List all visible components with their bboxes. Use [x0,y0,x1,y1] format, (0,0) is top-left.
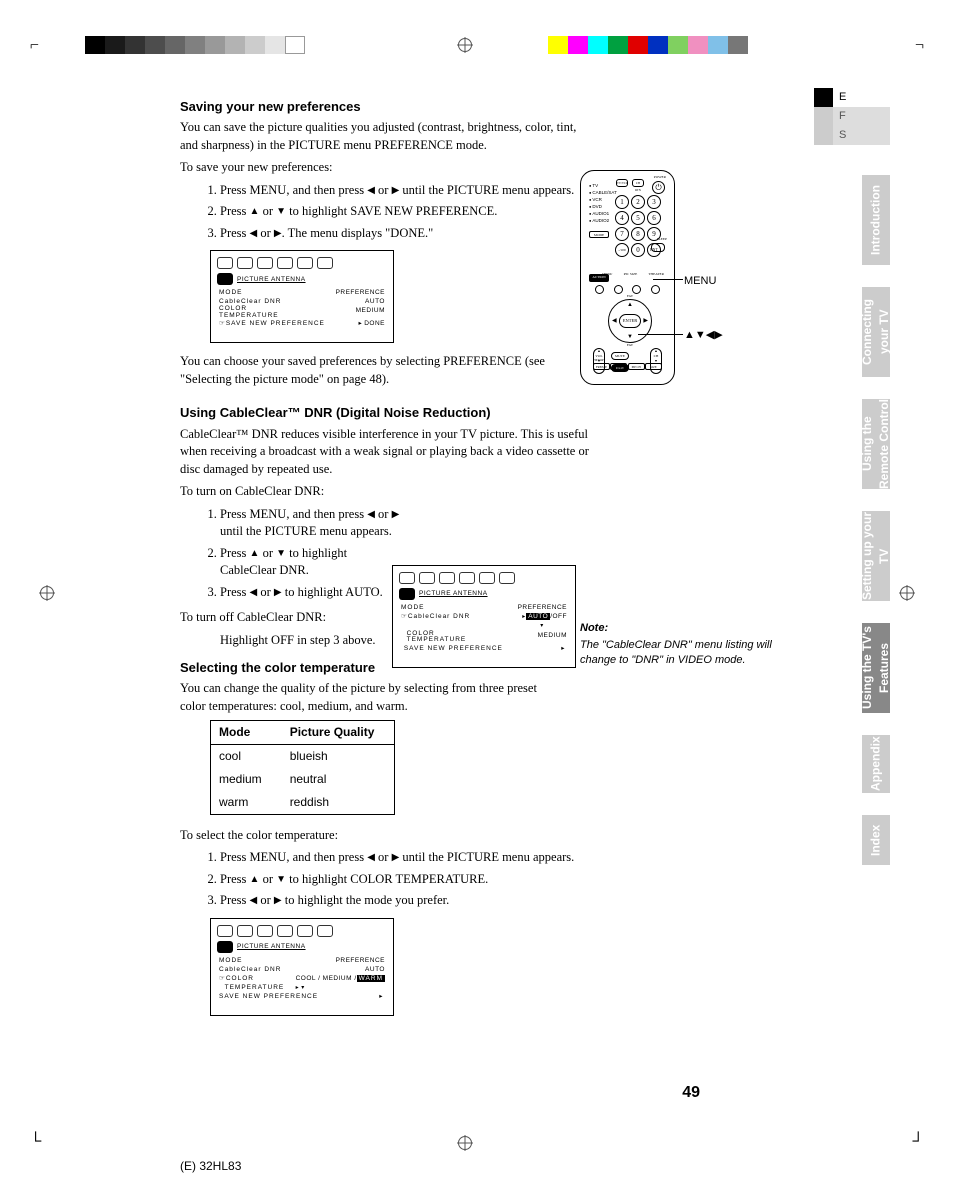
crop-mark-sw: └ [30,1131,41,1153]
sidetab-features: Using the TV's Features [862,623,890,713]
note-block: Note: The "CableClear DNR" menu listing … [580,621,790,668]
up-arrow-icon: ▲ [250,205,260,219]
remote-sleep-button [651,243,665,252]
registration-mark-left [40,586,54,600]
osd-menu-save-pref: PICTURE ANTENNA MODEPREFERENCE CableClea… [210,250,394,343]
para-dnr-intro: CableClear™ DNR reduces visible interfer… [180,426,590,479]
sidetab-appendix: Appendix [862,735,890,793]
steps-ct: Press MENU, and then press ◀ or ▶ until … [220,849,620,910]
remote-menu-button [614,285,623,294]
para-ct-intro: You can change the quality of the pictur… [180,680,550,715]
para-dnr-lead: To turn on CableClear DNR: [180,483,580,501]
callout-arrows: ▲▼◀▶ [684,328,723,343]
sidetab-connecting: Connecting your TV [862,287,890,377]
remote-mode-list: TVCABLE/SATVCR DVDAUDIO1AUDIO2 [589,182,617,224]
left-arrow-icon: ◀ [367,184,375,198]
para-choose-pref: You can choose your saved preferences by… [180,353,580,388]
osd-menu-dnr: PICTURE ANTENNA MODEPREFERENCE ☞CableCle… [392,565,576,668]
color-temp-table: ModePicture Quality coolblueish mediumne… [210,720,395,814]
registration-mark-top [458,38,472,52]
heading-cableclear: Using CableClear™ DNR (Digital Noise Red… [180,404,700,422]
crop-mark-se: ┘ [913,1131,924,1153]
steps-dnr: Press MENU, and then press ◀ or ▶ until … [220,506,400,602]
crop-mark-nw: ⌐ [30,35,39,57]
callout-menu: MENU [684,274,716,289]
lang-tab-e: E [814,88,890,107]
registration-mark-right [900,586,914,600]
side-tab-column: E F S Introduction Connecting your TV Us… [814,88,890,887]
sidetab-remote: Using the Remote Control [862,399,890,489]
callout-line-menu [653,279,683,280]
sidetab-setup: Setting up your TV [862,511,890,601]
para-save-lead: To save your new preferences: [180,159,580,177]
crop-mark-ne: ¬ [915,35,924,57]
power-icon [652,181,665,194]
lang-tab-f: F [814,107,890,126]
remote-control-diagram: TVCABLE/SATVCR DVDAUDIO1AUDIO2 MODE POWE… [580,170,675,385]
sidetab-introduction: Introduction [862,175,890,265]
steps-save: Press MENU, and then press ◀ or ▶ until … [220,182,600,243]
down-arrow-icon: ▼ [276,205,286,219]
page-number: 49 [682,1082,700,1104]
remote-mode-button: MODE [589,231,609,238]
note-heading: Note: [580,621,790,636]
callout-line-arrows [638,334,683,335]
sidetab-index: Index [862,815,890,865]
heading-save-prefs: Saving your new preferences [180,98,700,116]
remote-enter-button: ENTER [619,314,641,328]
footer-model-code: (E) 32HL83 [180,1158,241,1175]
para-save-intro: You can save the picture qualities you a… [180,119,580,154]
gray-calibration-swatches [85,36,305,54]
para-ct-lead: To select the color temperature: [180,827,580,845]
remote-dpad: ▲▼◀▶ FAV FAV ENTER [608,299,652,343]
osd-menu-color-temp: PICTURE ANTENNA MODEPREFERENCE CableClea… [210,918,394,1017]
lang-tab-s: S [814,126,890,145]
note-body: The "CableClear DNR" menu listing will c… [580,639,772,666]
color-calibration-swatches [548,36,748,54]
registration-mark-bottom [458,1136,472,1150]
